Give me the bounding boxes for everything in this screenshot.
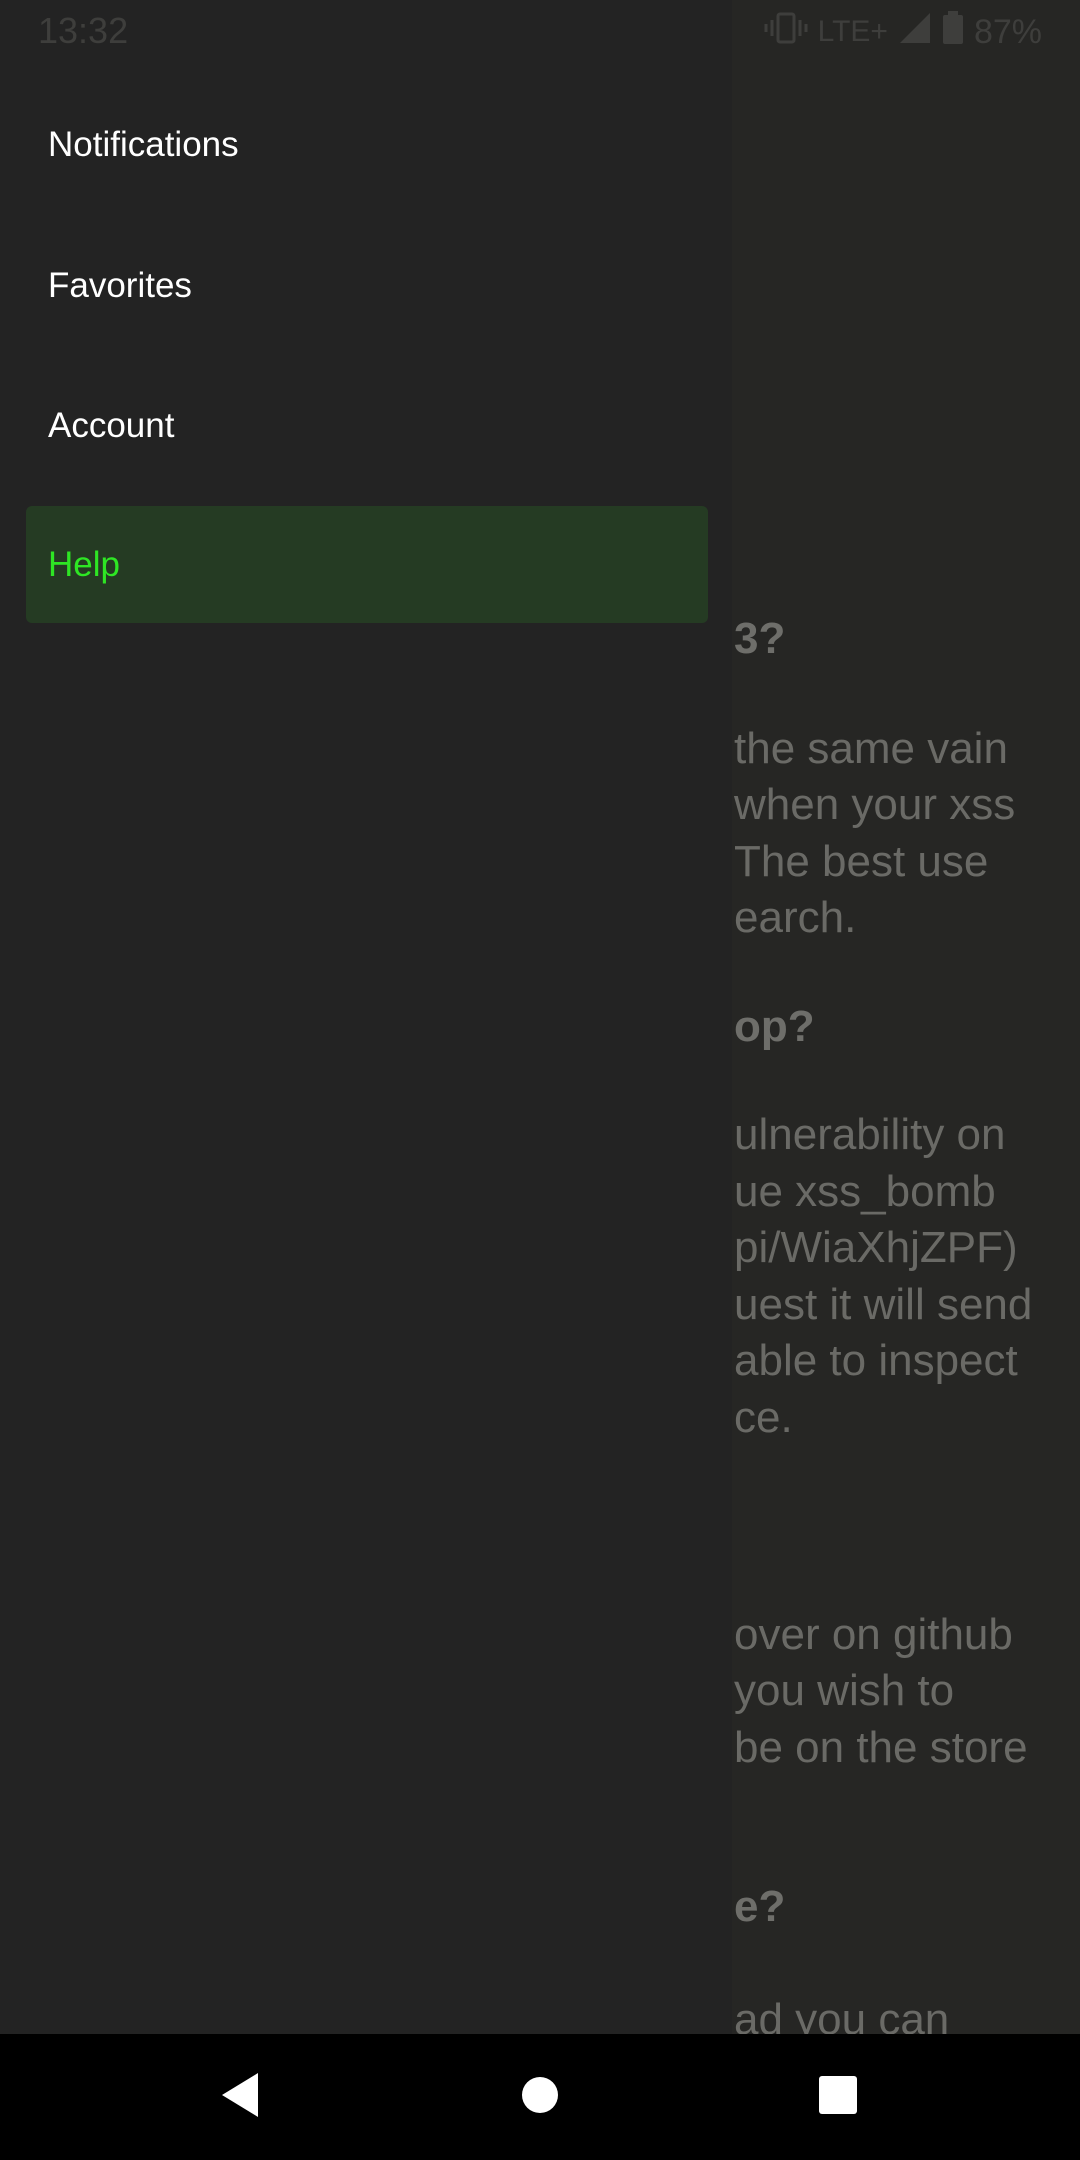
drawer-item-help[interactable]: Help <box>26 506 708 623</box>
status-icons: LTE+ 87% <box>764 10 1042 54</box>
recents-icon <box>818 2075 858 2120</box>
navigation-drawer: Notifications Favorites Account Help <box>0 0 732 2034</box>
drawer-item-label: Favorites <box>48 265 192 305</box>
home-button[interactable] <box>510 2067 570 2127</box>
battery-icon <box>942 10 964 54</box>
screen: 3? the same vain when your xss The best … <box>0 0 1080 2160</box>
drawer-item-notifications[interactable]: Notifications <box>26 86 708 203</box>
drawer-item-label: Help <box>48 544 120 584</box>
battery-percent: 87% <box>973 12 1042 51</box>
network-type: LTE+ <box>817 15 888 48</box>
home-icon <box>520 2075 560 2120</box>
status-bar: 13:32 LTE+ 87% <box>0 0 1080 64</box>
status-time: 13:32 <box>38 10 129 51</box>
system-navigation-bar <box>0 2034 1080 2160</box>
signal-icon <box>898 11 932 54</box>
drawer-item-account[interactable]: Account <box>26 367 708 484</box>
drawer-item-label: Account <box>48 405 175 445</box>
recents-button[interactable] <box>808 2067 868 2127</box>
back-icon <box>218 2071 262 2124</box>
vibrate-icon <box>764 11 808 54</box>
drawer-item-label: Notifications <box>48 124 239 164</box>
drawer-item-favorites[interactable]: Favorites <box>26 227 708 344</box>
back-button[interactable] <box>210 2067 270 2127</box>
